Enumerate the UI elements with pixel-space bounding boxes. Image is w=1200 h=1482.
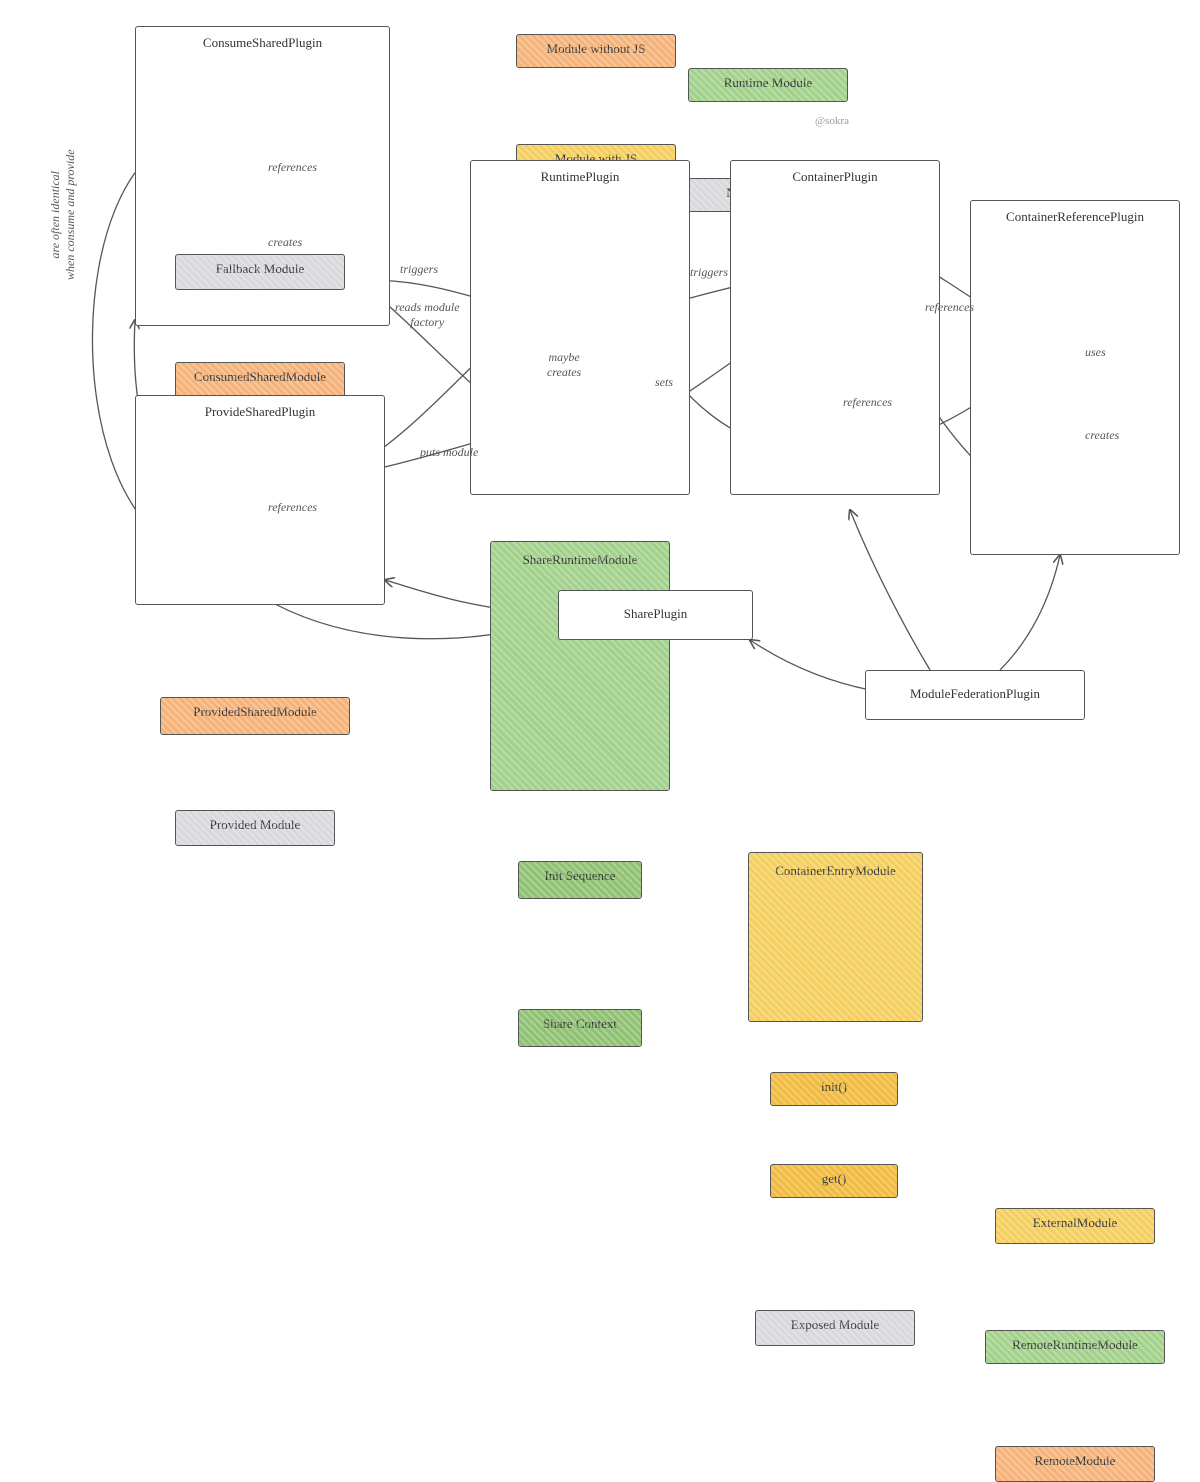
- container-title: ConsumeSharedPlugin: [140, 35, 385, 51]
- container-plugin: ContainerPlugin: [730, 160, 940, 495]
- edge-label: reads module factory: [395, 300, 460, 330]
- get-method: get(): [770, 1164, 898, 1198]
- legend-module-without-js: Module without JS: [516, 34, 676, 68]
- share-runtime-module: ShareRuntimeModule: [490, 541, 670, 791]
- remote-module: RemoteModule: [995, 1446, 1155, 1482]
- box-label: SharePlugin: [624, 606, 688, 621]
- legend-label: Runtime Module: [724, 75, 812, 90]
- external-module: ExternalModule: [995, 1208, 1155, 1244]
- legend-label: Module without JS: [547, 41, 646, 56]
- box-label: RemoteModule: [1035, 1453, 1116, 1468]
- share-plugin: SharePlugin: [558, 590, 753, 640]
- container-entry-module: ContainerEntryModule: [748, 852, 923, 1022]
- container-reference-plugin: ContainerReferencePlugin: [970, 200, 1180, 555]
- legend-runtime-module: Runtime Module: [688, 68, 848, 102]
- remote-runtime-module: RemoteRuntimeModule: [985, 1330, 1165, 1364]
- box-label: Fallback Module: [216, 261, 304, 276]
- edge-label: triggers: [690, 265, 728, 280]
- runtime-plugin: RuntimePlugin: [470, 160, 690, 495]
- box-label: ExternalModule: [1033, 1215, 1117, 1230]
- box-label: Exposed Module: [791, 1317, 879, 1332]
- box-label: ContainerEntryModule: [753, 863, 918, 879]
- container-title: ContainerPlugin: [735, 169, 935, 185]
- exposed-module: Exposed Module: [755, 1310, 915, 1346]
- edge-label: triggers: [400, 262, 438, 277]
- provided-module: Provided Module: [175, 810, 335, 846]
- provide-shared-plugin: ProvideSharedPlugin: [135, 395, 385, 605]
- share-context: Share Context: [518, 1009, 642, 1047]
- box-label: get(): [822, 1171, 847, 1186]
- box-label: Share Context: [543, 1016, 617, 1031]
- container-title: RuntimePlugin: [475, 169, 685, 185]
- container-title: ContainerReferencePlugin: [975, 209, 1175, 225]
- provided-shared-module: ProvidedSharedModule: [160, 697, 350, 735]
- box-label: Init Sequence: [544, 868, 615, 883]
- container-title: ProvideSharedPlugin: [140, 404, 380, 420]
- edge-label: are often identical when consume and pro…: [48, 149, 78, 280]
- box-label: ConsumedSharedModule: [194, 369, 326, 384]
- fallback-module: Fallback Module: [175, 254, 345, 290]
- consumed-shared-module: ConsumedSharedModule: [175, 362, 345, 398]
- box-label: ProvidedSharedModule: [193, 704, 316, 719]
- box-label: ModuleFederationPlugin: [910, 686, 1040, 701]
- init-sequence: Init Sequence: [518, 861, 642, 899]
- init-method: init(): [770, 1072, 898, 1106]
- box-label: RemoteRuntimeModule: [1012, 1337, 1138, 1352]
- box-label: Provided Module: [210, 817, 301, 832]
- module-federation-plugin: ModuleFederationPlugin: [865, 670, 1085, 720]
- box-label: init(): [821, 1079, 847, 1094]
- box-label: ShareRuntimeModule: [495, 552, 665, 568]
- credit: @sokra: [815, 115, 849, 127]
